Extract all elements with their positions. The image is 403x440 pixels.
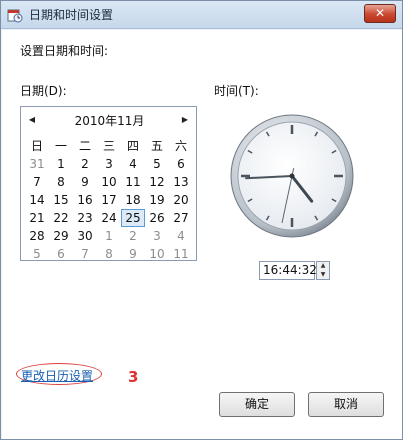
calendar-day[interactable]: 3: [145, 227, 169, 245]
cancel-button[interactable]: 取消: [308, 392, 384, 417]
calendar-day[interactable]: 26: [145, 209, 169, 227]
calendar-day-selected[interactable]: 25: [121, 209, 145, 227]
calendar-day[interactable]: 27: [169, 209, 193, 227]
calendar-week-row: 7 8 9 10 11 12 13: [25, 173, 193, 191]
calendar-day[interactable]: 2: [73, 155, 97, 173]
weekday-header: 五: [150, 139, 163, 153]
calendar-week-row: 31 1 2 3 4 5 6: [25, 155, 193, 173]
window-title: 日期和时间设置: [29, 8, 114, 22]
change-calendar-settings-link[interactable]: 更改日历设置: [21, 367, 93, 384]
calendar-day[interactable]: 11: [121, 173, 145, 191]
calendar-day[interactable]: 1: [49, 155, 73, 173]
date-time-dialog: 日期和时间设置 ✕ 设置日期和时间: 日期(D): 时间(T): ◀ 2010年…: [0, 0, 403, 440]
title-bar: 日期和时间设置 ✕: [1, 1, 402, 29]
calendar-day[interactable]: 3: [97, 155, 121, 173]
calendar-day[interactable]: 4: [121, 155, 145, 173]
calendar-day[interactable]: 11: [169, 245, 193, 263]
spin-down-icon[interactable]: ▼: [317, 271, 329, 279]
calendar-day[interactable]: 7: [25, 173, 49, 191]
time-label: 时间(T):: [214, 84, 259, 98]
calendar-day[interactable]: 18: [121, 191, 145, 209]
weekday-header: 二: [78, 139, 91, 153]
calendar-day[interactable]: 8: [97, 245, 121, 263]
calendar-day[interactable]: 20: [169, 191, 193, 209]
ok-button[interactable]: 确定: [219, 392, 295, 417]
spin-up-icon[interactable]: ▲: [317, 262, 329, 270]
calendar-day[interactable]: 14: [25, 191, 49, 209]
time-input[interactable]: 16:44:32: [259, 261, 317, 280]
calendar-week-row: 14 15 16 17 18 19 20: [25, 191, 193, 209]
weekday-header: 六: [174, 139, 187, 153]
calendar-day[interactable]: 15: [49, 191, 73, 209]
calendar-grid: 日一二三四五六 31 1 2 3 4 5 6 7 8 9 10 11 12 13 14 15 16 17 18 19 20…: [25, 137, 193, 263]
weekday-header-row: 日一二三四五六: [25, 137, 193, 155]
calendar-day[interactable]: 8: [49, 173, 73, 191]
calendar-day[interactable]: 1: [97, 227, 121, 245]
calendar-day[interactable]: 19: [145, 191, 169, 209]
previous-month-icon[interactable]: ◀: [27, 115, 37, 125]
calendar-day[interactable]: 6: [169, 155, 193, 173]
weekday-header: 日: [30, 139, 43, 153]
calendar-day[interactable]: 30: [73, 227, 97, 245]
calendar-day[interactable]: 10: [145, 245, 169, 263]
calendar-week-row: 5 6 7 8 9 10 11: [25, 245, 193, 263]
next-month-icon[interactable]: ▶: [180, 115, 190, 125]
calendar-day[interactable]: 9: [73, 173, 97, 191]
calendar-day[interactable]: 28: [25, 227, 49, 245]
time-spinner: ▲ ▼: [316, 261, 330, 280]
weekday-header: 四: [126, 139, 139, 153]
calendar-day[interactable]: 17: [97, 191, 121, 209]
calendar-day[interactable]: 13: [169, 173, 193, 191]
calendar-day[interactable]: 5: [25, 245, 49, 263]
calendar-day[interactable]: 29: [49, 227, 73, 245]
calendar-day[interactable]: 23: [73, 209, 97, 227]
calendar-day[interactable]: 22: [49, 209, 73, 227]
calendar-week-row: 28 29 30 1 2 3 4: [25, 227, 193, 245]
calendar-day[interactable]: 16: [73, 191, 97, 209]
calendar-day[interactable]: 7: [73, 245, 97, 263]
calendar-day[interactable]: 4: [169, 227, 193, 245]
close-button[interactable]: ✕: [364, 4, 396, 23]
calendar-day[interactable]: 10: [97, 173, 121, 191]
calendar-clock-icon: [7, 9, 23, 23]
section-heading: 设置日期和时间:: [20, 44, 109, 58]
annotation-number: 3: [128, 368, 139, 386]
calendar-week-row: 21 22 23 24 25 26 27: [25, 209, 193, 227]
calendar-month-title[interactable]: 2010年11月: [51, 112, 168, 129]
weekday-header: 一: [54, 139, 67, 153]
calendar-day[interactable]: 9: [121, 245, 145, 263]
calendar-day[interactable]: 24: [97, 209, 121, 227]
calendar-day[interactable]: 5: [145, 155, 169, 173]
analog-clock: [230, 114, 354, 238]
calendar-day[interactable]: 31: [25, 155, 49, 173]
calendar-day[interactable]: 12: [145, 173, 169, 191]
date-label: 日期(D):: [20, 84, 67, 98]
calendar-day[interactable]: 6: [49, 245, 73, 263]
weekday-header: 三: [102, 139, 115, 153]
calendar-day[interactable]: 21: [25, 209, 49, 227]
calendar: ◀ 2010年11月 ▶ 日一二三四五六 31 1 2 3 4 5 6 7 8 9 10 11 12 13 1…: [20, 106, 197, 261]
clock-center: [289, 173, 295, 179]
dialog-content: 设置日期和时间: 日期(D): 时间(T): ◀ 2010年11月 ▶ 日一二三…: [2, 30, 402, 439]
calendar-day[interactable]: 2: [121, 227, 145, 245]
